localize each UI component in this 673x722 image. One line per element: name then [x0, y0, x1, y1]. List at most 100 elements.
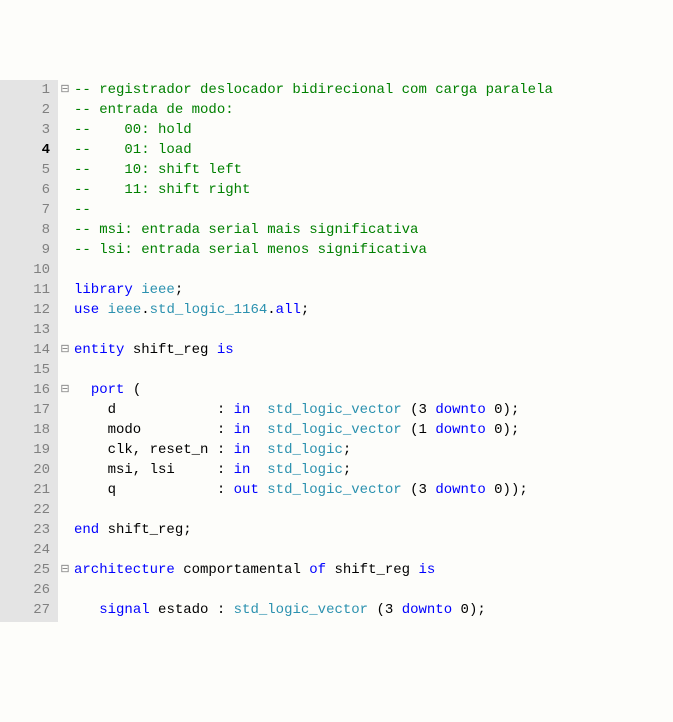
fold-toggle-icon[interactable]: ⊟ [58, 340, 72, 360]
fold-toggle-icon[interactable]: ⊟ [58, 380, 72, 400]
fold-spacer [58, 180, 72, 200]
token-k: signal [99, 602, 149, 618]
code-line[interactable]: -- 00: hold [74, 120, 673, 140]
token-n: 0 [486, 422, 503, 438]
token-n [124, 382, 132, 398]
line-number: 16 [0, 380, 50, 400]
code-line[interactable]: -- 01: load [74, 140, 673, 160]
token-n: 3 [385, 602, 402, 618]
token-p: ) [503, 482, 511, 498]
code-line[interactable]: -- msi: entrada serial mais significativ… [74, 220, 673, 240]
token-k: in [234, 442, 251, 458]
code-line[interactable] [74, 260, 673, 280]
code-line[interactable] [74, 500, 673, 520]
line-number: 26 [0, 580, 50, 600]
token-k: in [234, 402, 251, 418]
token-n: estado : [150, 602, 234, 618]
code-line[interactable]: end shift_reg; [74, 520, 673, 540]
fold-spacer [58, 100, 72, 120]
fold-toggle-icon[interactable]: ⊟ [58, 560, 72, 580]
token-n: q : [74, 482, 234, 498]
code-line[interactable]: signal estado : std_logic_vector (3 down… [74, 600, 673, 620]
line-number: 23 [0, 520, 50, 540]
code-line[interactable]: library ieee; [74, 280, 673, 300]
line-number: 11 [0, 280, 50, 300]
token-n [402, 482, 410, 498]
token-p: ( [133, 382, 141, 398]
token-n: shift_reg [99, 522, 183, 538]
line-number: 12 [0, 300, 50, 320]
code-line[interactable]: -- 10: shift left [74, 160, 673, 180]
token-p: ) [503, 422, 511, 438]
token-n: shift_reg [124, 342, 216, 358]
fold-spacer [58, 400, 72, 420]
token-n [250, 402, 267, 418]
line-number: 13 [0, 320, 50, 340]
line-number: 10 [0, 260, 50, 280]
token-c: -- entrada de modo: [74, 102, 234, 118]
code-line[interactable]: entity shift_reg is [74, 340, 673, 360]
token-n [250, 462, 267, 478]
token-t: std_logic_vector [267, 482, 401, 498]
code-line[interactable]: port ( [74, 380, 673, 400]
token-k: out [234, 482, 259, 498]
code-line[interactable]: -- entrada de modo: [74, 100, 673, 120]
token-n: modo : [74, 422, 234, 438]
line-number: 20 [0, 460, 50, 480]
code-line[interactable]: clk, reset_n : in std_logic; [74, 440, 673, 460]
token-c: -- 11: shift right [74, 182, 250, 198]
token-p: ; [511, 422, 519, 438]
token-c: -- 10: shift left [74, 162, 242, 178]
token-n: 0 [486, 482, 503, 498]
code-line[interactable] [74, 580, 673, 600]
token-t: std_logic [267, 442, 343, 458]
token-p: ( [410, 422, 418, 438]
token-p: ) [503, 402, 511, 418]
token-n [402, 422, 410, 438]
code-line[interactable] [74, 540, 673, 560]
code-line[interactable]: -- [74, 200, 673, 220]
code-line[interactable]: d : in std_logic_vector (3 downto 0); [74, 400, 673, 420]
code-line[interactable]: use ieee.std_logic_1164.all; [74, 300, 673, 320]
fold-spacer [58, 520, 72, 540]
token-k: port [91, 382, 125, 398]
fold-spacer [58, 460, 72, 480]
token-p: ; [343, 462, 351, 478]
fold-spacer [58, 200, 72, 220]
line-number: 5 [0, 160, 50, 180]
token-k: is [418, 562, 435, 578]
token-p: ; [343, 442, 351, 458]
token-t: std_logic_vector [267, 402, 401, 418]
token-p: ( [410, 482, 418, 498]
code-area[interactable]: -- registrador deslocador bidirecional c… [72, 80, 673, 622]
code-line[interactable] [74, 320, 673, 340]
code-line[interactable]: q : out std_logic_vector (3 downto 0)); [74, 480, 673, 500]
fold-toggle-icon[interactable]: ⊟ [58, 80, 72, 100]
line-number: 17 [0, 400, 50, 420]
token-p: ; [183, 522, 191, 538]
token-t: std_logic_1164 [150, 302, 268, 318]
line-number: 18 [0, 420, 50, 440]
line-number: 2 [0, 100, 50, 120]
code-line[interactable]: -- lsi: entrada serial menos significati… [74, 240, 673, 260]
line-number: 15 [0, 360, 50, 380]
line-number: 3 [0, 120, 50, 140]
line-number: 1 [0, 80, 50, 100]
code-line[interactable]: -- registrador deslocador bidirecional c… [74, 80, 673, 100]
line-number: 14 [0, 340, 50, 360]
token-k: of [309, 562, 326, 578]
line-number: 9 [0, 240, 50, 260]
fold-spacer [58, 300, 72, 320]
code-line[interactable]: msi, lsi : in std_logic; [74, 460, 673, 480]
code-line[interactable]: architecture comportamental of shift_reg… [74, 560, 673, 580]
token-t: ieee [141, 282, 175, 298]
token-n: 0 [486, 402, 503, 418]
code-line[interactable]: -- 11: shift right [74, 180, 673, 200]
code-line[interactable]: modo : in std_logic_vector (1 downto 0); [74, 420, 673, 440]
token-c: -- registrador deslocador bidirecional c… [74, 82, 553, 98]
token-n: 1 [419, 422, 436, 438]
token-c: -- msi: entrada serial mais significativ… [74, 222, 418, 238]
code-line[interactable] [74, 360, 673, 380]
token-t: std_logic_vector [234, 602, 368, 618]
fold-spacer [58, 220, 72, 240]
